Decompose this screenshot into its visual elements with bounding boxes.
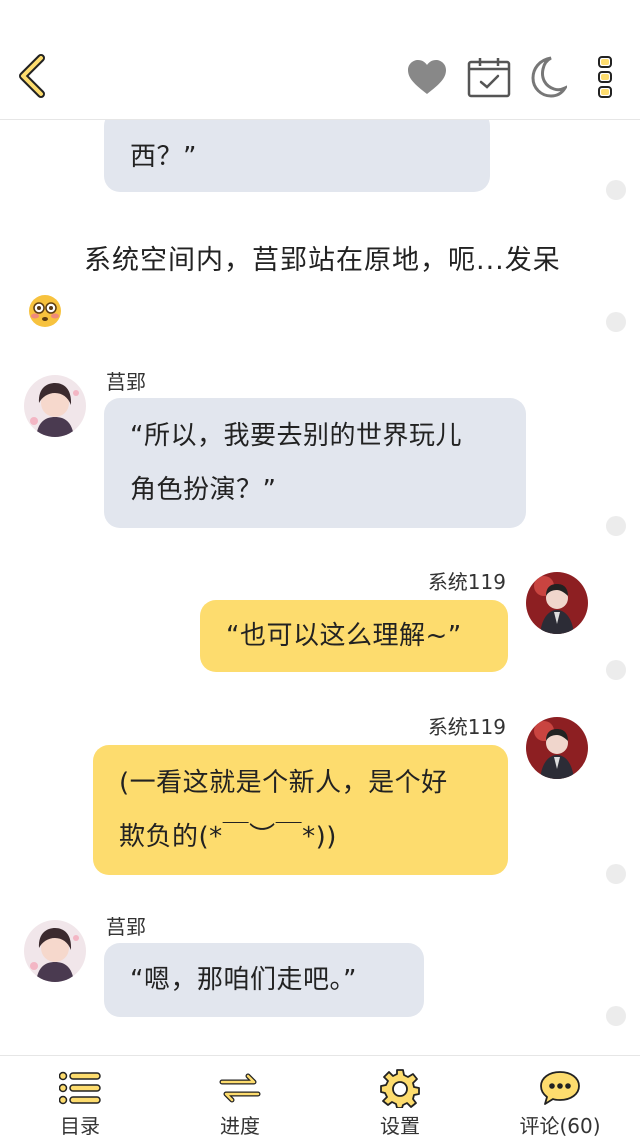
comment-dot[interactable] [606, 312, 626, 332]
message-bubble: (一看这就是个新人，是个好 欺负的(*￣︶￣*)) [93, 745, 508, 875]
calendar-check-icon [467, 58, 511, 98]
moon-icon [531, 56, 567, 98]
avatar[interactable] [526, 717, 588, 779]
message-text: 西？” [130, 142, 197, 172]
flushed-face-icon [28, 294, 62, 328]
comment-dot[interactable] [606, 180, 626, 200]
back-button[interactable] [8, 48, 56, 104]
tab-label: 评论(60) [519, 1114, 601, 1138]
night-mode-button[interactable] [520, 50, 574, 104]
more-vertical-icon [598, 56, 612, 98]
comment-dot[interactable] [606, 516, 626, 536]
message-line: “所以，我要去别的世界玩儿 [130, 421, 462, 451]
tab-catalog[interactable]: 目录 [0, 1056, 160, 1139]
message-bubble: “嗯，那咱们走吧。” [104, 943, 424, 1017]
back-chevron-icon [19, 54, 45, 98]
sender-name: 莒郢 [106, 915, 146, 939]
tab-comments[interactable]: 评论(60) [480, 1056, 640, 1139]
bottom-nav: 目录 进度 设置 评论(60) [0, 1055, 640, 1139]
tab-label: 目录 [60, 1114, 100, 1138]
message-bubble: 西？” [104, 120, 490, 192]
message-bubble: “也可以这么理解~” [200, 600, 508, 672]
checkin-button[interactable] [462, 50, 516, 104]
comment-bubble-icon [538, 1068, 582, 1108]
tab-settings[interactable]: 设置 [320, 1056, 480, 1139]
favorite-button[interactable] [400, 50, 454, 104]
sender-name: 莒郢 [106, 370, 146, 394]
tab-label: 进度 [220, 1114, 260, 1138]
comment-dot[interactable] [606, 864, 626, 884]
tab-label: 设置 [380, 1114, 420, 1138]
avatar[interactable] [24, 920, 86, 982]
more-button[interactable] [585, 50, 625, 104]
top-bar [0, 0, 640, 120]
heart-icon [408, 60, 446, 94]
message-line: 欺负的(*￣︶￣*)) [119, 822, 337, 852]
chat-content[interactable]: 西？” 系统空间内，莒郢站在原地，呃...发呆 莒郢 “所以，我要去别的世界玩儿 [0, 120, 640, 1055]
avatar[interactable] [24, 375, 86, 437]
message-text: “也可以这么理解~” [226, 621, 462, 651]
sender-name: 系统119 [427, 570, 506, 594]
swap-arrows-icon [218, 1068, 262, 1108]
list-icon [58, 1068, 102, 1108]
gear-icon [378, 1068, 422, 1108]
message-line: 角色扮演？” [130, 475, 277, 505]
comment-dot[interactable] [606, 1006, 626, 1026]
comment-dot[interactable] [606, 660, 626, 680]
message-bubble: “所以，我要去别的世界玩儿 角色扮演？” [104, 398, 526, 528]
message-line: (一看这就是个新人，是个好 [119, 768, 448, 798]
tab-progress[interactable]: 进度 [160, 1056, 320, 1139]
narration-text: 系统空间内，莒郢站在原地，呃...发呆 [84, 245, 561, 276]
sender-name: 系统119 [427, 715, 506, 739]
avatar[interactable] [526, 572, 588, 634]
message-text: “嗯，那咱们走吧。” [130, 965, 357, 995]
